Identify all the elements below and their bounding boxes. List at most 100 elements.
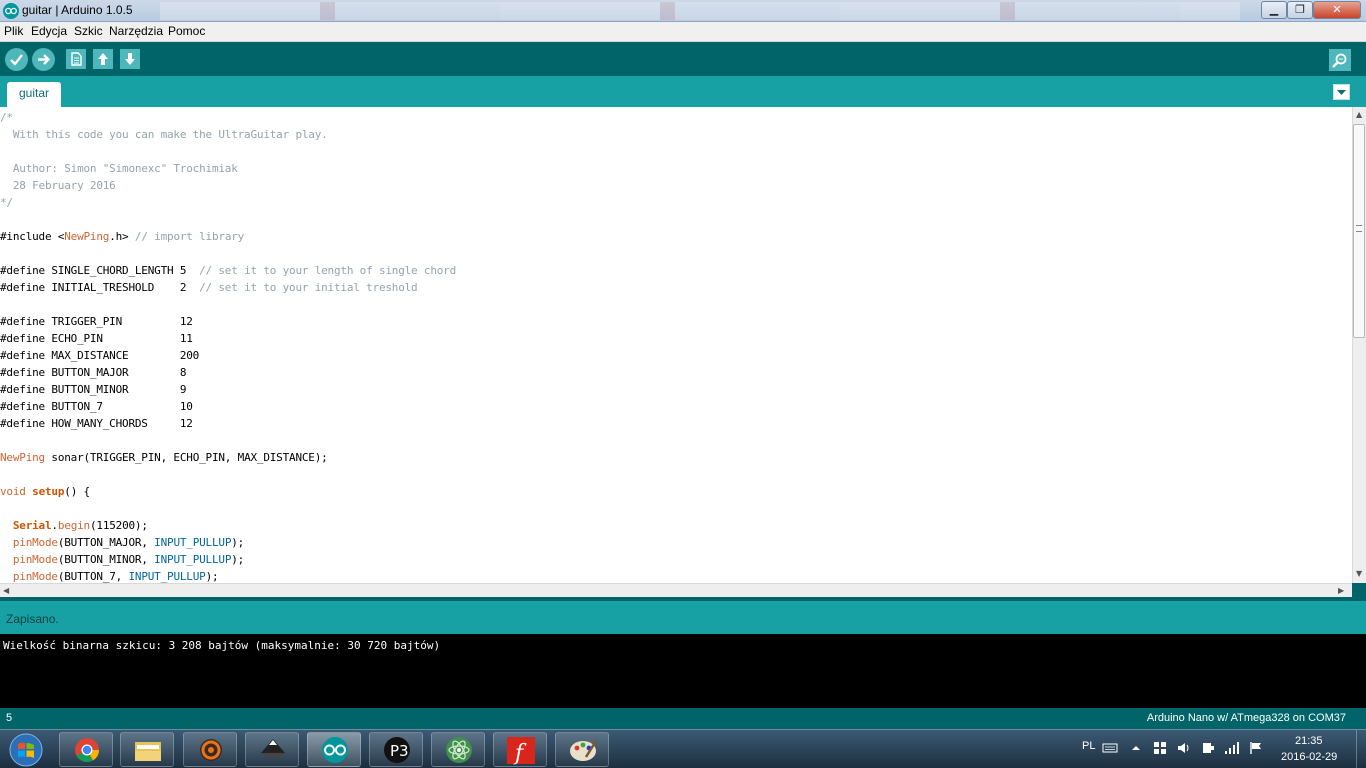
menu-plik[interactable]: Plik <box>4 24 23 38</box>
console-text: Wielkość binarna szkicu: 3 208 bajtów (m… <box>3 639 441 652</box>
code-line[interactable]: #define BUTTON_MINOR 9 <box>0 381 456 398</box>
code-line[interactable] <box>0 211 456 228</box>
scroll-right-arrow-icon[interactable]: ▶ <box>1338 586 1344 595</box>
menu-szkic[interactable]: Szkic <box>74 24 103 38</box>
code-line[interactable]: #define ECHO_PIN 11 <box>0 330 456 347</box>
code-line[interactable] <box>0 500 456 517</box>
start-button[interactable] <box>4 732 48 768</box>
code-line[interactable] <box>0 466 456 483</box>
taskbar-p3-app[interactable]: P3 <box>369 732 423 767</box>
code-token: /* <box>0 111 13 124</box>
upload-button[interactable] <box>32 48 55 71</box>
arduino-icon <box>322 737 348 763</box>
new-icon <box>71 52 82 66</box>
code-line[interactable]: #include <NewPing.h> // import library <box>0 228 456 245</box>
taskbar-chrome[interactable] <box>59 732 113 767</box>
code-text[interactable]: /* With this code you can make the Ultra… <box>0 109 456 583</box>
show-desktop-button[interactable] <box>1356 730 1366 768</box>
taskbar-paint[interactable] <box>555 732 609 767</box>
code-line[interactable]: #define SINGLE_CHORD_LENGTH 5 // set it … <box>0 262 456 279</box>
volume-icon[interactable] <box>1176 741 1192 755</box>
save-button[interactable] <box>120 49 140 69</box>
code-line[interactable] <box>0 143 456 160</box>
vertical-scroll-thumb[interactable] <box>1353 124 1365 338</box>
taskbar-atom[interactable] <box>431 732 485 767</box>
code-line[interactable]: #define MAX_DISTANCE 200 <box>0 347 456 364</box>
usb-device-icon[interactable] <box>1200 741 1216 755</box>
code-token: NewPing <box>0 451 45 464</box>
menu-bar: Plik Edycja Szkic Narzędzia Pomoc <box>0 22 1366 42</box>
taskbar-orange-app[interactable] <box>183 732 237 767</box>
taskbar-inkscape[interactable] <box>245 732 299 767</box>
code-line[interactable]: #define INITIAL_TRESHOLD 2 // set it to … <box>0 279 456 296</box>
code-token: pinMode <box>12 570 58 583</box>
code-line[interactable]: void setup() { <box>0 483 456 500</box>
serial-monitor-button[interactable] <box>1329 49 1351 71</box>
inkscape-icon <box>261 739 285 759</box>
tab-menu-button[interactable] <box>1333 84 1350 100</box>
code-line[interactable]: 28 February 2016 <box>0 177 456 194</box>
code-editor[interactable]: /* With this code you can make the Ultra… <box>0 107 1352 583</box>
code-line[interactable]: pinMode(BUTTON_MINOR, INPUT_PULLUP); <box>0 551 456 568</box>
close-button[interactable]: ✕ <box>1313 1 1361 19</box>
background-tabs <box>160 2 1240 20</box>
status-message: Zapisano. <box>6 612 59 626</box>
code-token: #define ECHO_PIN 11 <box>0 332 193 345</box>
code-line[interactable]: pinMode(BUTTON_MAJOR, INPUT_PULLUP); <box>0 534 456 551</box>
serial-monitor-icon <box>1332 53 1347 68</box>
code-token: #define BUTTON_MINOR 9 <box>0 383 187 396</box>
arduino-app-icon <box>3 3 19 19</box>
line-number: 5 <box>6 712 13 724</box>
code-line[interactable] <box>0 296 456 313</box>
tray-language[interactable]: PL <box>1082 740 1095 752</box>
tray-expand-icon[interactable] <box>1128 741 1144 755</box>
code-line[interactable]: #define BUTTON_MAJOR 8 <box>0 364 456 381</box>
code-line[interactable]: With this code you can make the UltraGui… <box>0 126 456 143</box>
atom-icon <box>446 737 472 763</box>
scroll-up-arrow-icon[interactable]: ▲ <box>1356 110 1362 119</box>
code-line[interactable]: Author: Simon "Simonexc" Trochimiak <box>0 160 456 177</box>
taskbar-arduino[interactable] <box>307 732 361 767</box>
taskbar-f-app[interactable]: f <box>493 732 547 767</box>
action-center-icon[interactable] <box>1152 741 1168 755</box>
scroll-left-arrow-icon[interactable]: ◀ <box>3 586 9 595</box>
minimize-button[interactable]: ▁ <box>1261 1 1287 19</box>
maximize-button[interactable]: ❐ <box>1287 1 1313 19</box>
code-token: INPUT_PULLUP <box>154 536 232 549</box>
paint-icon <box>570 740 598 761</box>
code-token: pinMode <box>12 536 58 549</box>
scroll-down-arrow-icon[interactable]: ▼ <box>1356 569 1362 578</box>
flag-icon[interactable] <box>1248 741 1264 755</box>
grip-icon <box>1356 225 1362 232</box>
network-signal-icon[interactable] <box>1224 741 1240 755</box>
new-button[interactable] <box>66 49 86 69</box>
code-line[interactable]: #define BUTTON_7 10 <box>0 398 456 415</box>
menu-pomoc[interactable]: Pomoc <box>168 24 205 38</box>
code-line[interactable] <box>0 432 456 449</box>
verify-button[interactable] <box>5 48 28 71</box>
code-line[interactable]: Serial.begin(115200); <box>0 517 456 534</box>
window-title: guitar | Arduino 1.0.5 <box>22 3 133 17</box>
code-token: #define TRIGGER_PIN 12 <box>0 315 193 328</box>
code-line[interactable]: NewPing sonar(TRIGGER_PIN, ECHO_PIN, MAX… <box>0 449 456 466</box>
taskbar-explorer[interactable] <box>120 732 174 767</box>
keyboard-icon[interactable] <box>1102 741 1118 755</box>
window-titlebar[interactable]: guitar | Arduino 1.0.5 ▁ ❐ ✕ <box>0 0 1366 22</box>
open-button[interactable] <box>93 49 113 69</box>
tab-guitar[interactable]: guitar <box>7 82 61 107</box>
code-line[interactable]: pinMode(BUTTON_7, INPUT_PULLUP); <box>0 568 456 583</box>
svg-text:P3: P3 <box>390 742 409 760</box>
code-line[interactable]: #define TRIGGER_PIN 12 <box>0 313 456 330</box>
clock-time[interactable]: 21:35 <box>1295 735 1323 747</box>
code-line[interactable]: */ <box>0 194 456 211</box>
p3-icon: P3 <box>384 737 410 763</box>
console-output[interactable]: Wielkość binarna szkicu: 3 208 bajtów (m… <box>0 634 1366 708</box>
horizontal-scrollbar[interactable]: ◀ ▶ <box>0 583 1352 597</box>
code-line[interactable]: /* <box>0 109 456 126</box>
windows-start-icon <box>9 733 43 767</box>
code-line[interactable] <box>0 245 456 262</box>
menu-narzedzia[interactable]: Narzędzia <box>109 24 163 38</box>
menu-edycja[interactable]: Edycja <box>31 24 67 38</box>
clock-date[interactable]: 2016-02-29 <box>1281 751 1337 763</box>
code-line[interactable]: #define HOW_MANY_CHORDS 12 <box>0 415 456 432</box>
